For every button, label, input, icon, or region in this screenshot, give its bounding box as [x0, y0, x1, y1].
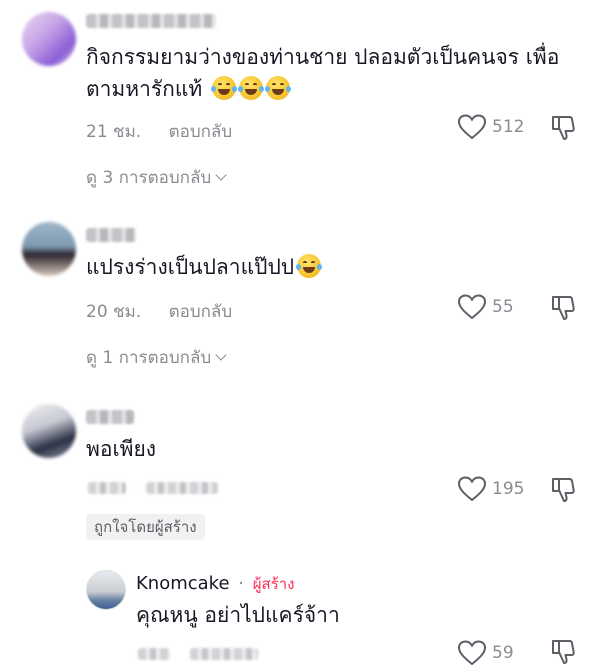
comment-text: ตามหารักแท้ — [86, 74, 291, 105]
reply-button-blurred[interactable] — [190, 648, 258, 660]
laughing-emoji-icon — [210, 76, 237, 100]
comment-time-blurred — [88, 482, 126, 494]
avatar[interactable] — [22, 12, 76, 66]
thumbs-down-icon[interactable] — [550, 638, 576, 666]
heart-outline-icon — [458, 640, 486, 666]
reply-time-blurred — [138, 648, 170, 660]
comment-text: แปรงร่างเป็นปลาแป๊ปป — [86, 252, 323, 283]
comment-text: พอเพียง — [86, 434, 156, 465]
username-blurred[interactable] — [86, 410, 134, 424]
view-replies-button[interactable]: ดู 1 การตอบกลับ — [86, 344, 227, 371]
comment-time: 20 ชม. — [86, 302, 142, 322]
username-blurred[interactable] — [86, 14, 216, 28]
like-count: 59 — [492, 643, 514, 663]
creator-avatar[interactable] — [86, 570, 126, 610]
reply-username[interactable]: Knomcake — [136, 573, 230, 594]
comment-time: 21 ชม. — [86, 122, 142, 142]
chevron-down-icon — [215, 349, 227, 361]
reply-button[interactable]: ตอบกลับ — [169, 302, 233, 322]
like-button[interactable]: 55 — [458, 294, 514, 320]
comment-text-line: พอเพียง — [86, 437, 157, 461]
laughing-emoji-icon — [264, 76, 291, 100]
comment-text-line: แปรงร่างเป็นปลาแป๊ปป — [86, 255, 295, 279]
reply-button[interactable]: ตอบกลับ — [169, 122, 233, 142]
thumbs-down-icon[interactable] — [550, 294, 576, 322]
reply-text: คุณหนู อย่าไปแคร์จ้าา — [136, 603, 340, 627]
view-replies-button[interactable]: ดู 3 การตอบกลับ — [86, 164, 227, 191]
like-button[interactable]: 512 — [458, 114, 524, 140]
heart-outline-icon — [458, 294, 486, 320]
like-button[interactable]: 59 — [458, 640, 514, 666]
heart-outline-icon — [458, 476, 486, 502]
username-blurred[interactable] — [86, 228, 136, 242]
heart-outline-icon — [458, 114, 486, 140]
view-replies-label: ดู 3 การตอบกลับ — [86, 168, 212, 188]
comment-meta: 20 ชม. ตอบกลับ — [86, 298, 232, 325]
view-replies-label: ดู 1 การตอบกลับ — [86, 348, 212, 368]
avatar[interactable] — [22, 404, 76, 458]
chevron-down-icon — [215, 169, 227, 181]
avatar[interactable] — [22, 222, 76, 276]
reply-header: Knomcake · ผู้สร้าง — [136, 572, 295, 596]
reply-button-blurred[interactable] — [146, 482, 218, 494]
laughing-emoji-icon — [296, 254, 323, 278]
comment-text-line: กิจกรรมยามว่างของท่านชาย ปลอมตัวเป็นคนจร… — [86, 45, 560, 69]
like-button[interactable]: 195 — [458, 476, 524, 502]
like-count: 55 — [492, 297, 514, 317]
comment-meta: 21 ชม. ตอบกลับ — [86, 118, 232, 145]
comment-text: กิจกรรมยามว่างของท่านชาย ปลอมตัวเป็นคนจร… — [86, 42, 559, 73]
like-count: 512 — [492, 117, 525, 137]
creator-label: ผู้สร้าง — [252, 575, 295, 593]
comment-text-line: ตามหารักแท้ — [86, 77, 203, 101]
liked-by-creator-badge: ถูกใจโดยผู้สร้าง — [86, 514, 205, 540]
like-count: 195 — [492, 479, 525, 499]
laughing-emoji-icon — [237, 76, 264, 100]
separator-dot: · — [238, 573, 245, 594]
thumbs-down-icon[interactable] — [550, 114, 576, 142]
thumbs-down-icon[interactable] — [550, 476, 576, 504]
